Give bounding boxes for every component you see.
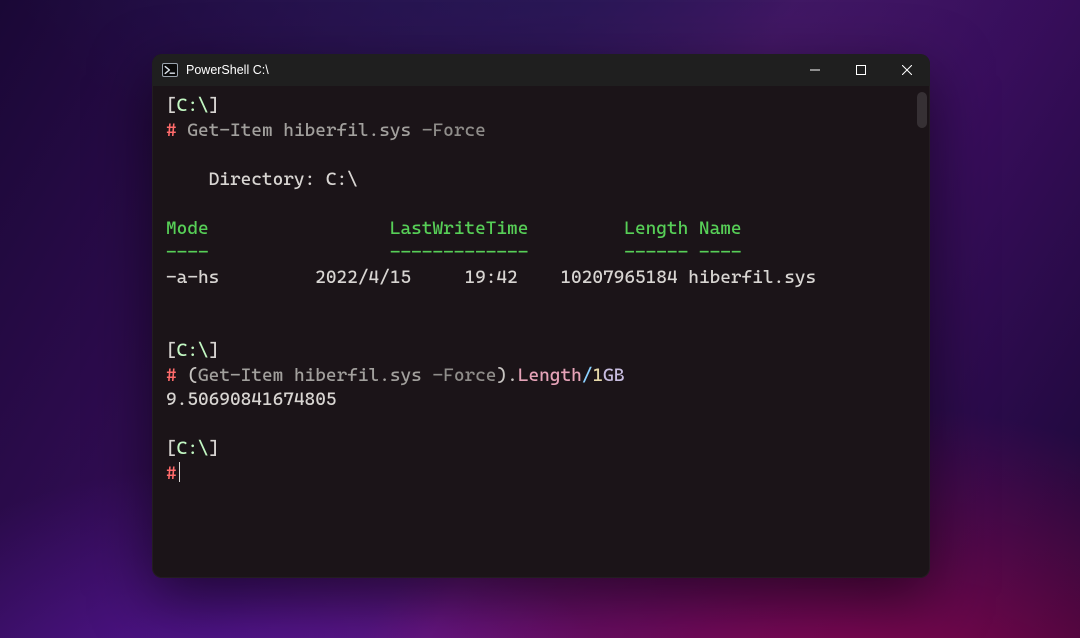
- ul-mode: ----: [166, 242, 209, 263]
- terminal-viewport[interactable]: [C:\] # Get-Item hiberfil.sys -Force Dir…: [152, 86, 930, 578]
- scrollbar-thumb[interactable]: [917, 92, 927, 128]
- directory-header: Directory: C:\: [166, 169, 358, 190]
- window-titlebar[interactable]: PowerShell C:\: [152, 54, 930, 86]
- bracket-open: [: [166, 95, 177, 116]
- prompt-line: [C:\]: [166, 340, 219, 361]
- window-title: PowerShell C:\: [186, 63, 269, 77]
- col-lastwritetime: LastWriteTime: [390, 218, 529, 239]
- prompt-cwd: C:\: [177, 340, 209, 361]
- property-name: Length: [518, 365, 582, 386]
- terminal-window: PowerShell C:\ [C:\] # Get-Item hiberfil…: [152, 54, 930, 578]
- cmdlet-name: Get-Item: [187, 120, 272, 141]
- prompt-cwd: C:\: [177, 95, 209, 116]
- cell-mode: -a-hs: [166, 267, 219, 288]
- prompt-line: [C:\]: [166, 95, 219, 116]
- cmdlet-flag: -Force: [422, 120, 486, 141]
- paren-close: ): [496, 365, 507, 386]
- ul-lastwritetime: -------------: [390, 242, 529, 263]
- ul-length: ------: [624, 242, 688, 263]
- ul-name: ----: [699, 242, 742, 263]
- cmdlet-arg: hiberfil.sys: [283, 120, 411, 141]
- bracket-close: ]: [209, 340, 220, 361]
- literal-number: 1: [592, 365, 603, 386]
- col-name: Name: [699, 218, 742, 239]
- window-controls: [792, 54, 930, 86]
- command-line: # (Get-Item hiberfil.sys -Force).Length/…: [166, 365, 624, 386]
- prompt-symbol: #: [166, 463, 177, 484]
- command-line-active[interactable]: #: [166, 463, 180, 484]
- dot: .: [507, 365, 518, 386]
- close-button[interactable]: [884, 54, 930, 86]
- cell-time: 19:42: [464, 267, 517, 288]
- bracket-close: ]: [209, 95, 220, 116]
- col-mode: Mode: [166, 218, 209, 239]
- bracket-close: ]: [209, 438, 220, 459]
- table-row: -a-hs 2022/4/15 19:42 10207965184 hiberf…: [166, 267, 816, 288]
- operator-divide: /: [582, 365, 593, 386]
- paren-open: (: [187, 365, 198, 386]
- table-header-row: Mode LastWriteTime Length Name: [166, 218, 742, 239]
- cmdlet-name: Get-Item: [198, 365, 283, 386]
- directory-value: C:\: [326, 169, 358, 190]
- bracket-open: [: [166, 438, 177, 459]
- powershell-icon: [162, 62, 178, 78]
- literal-unit: GB: [603, 365, 624, 386]
- table-underline-row: ---- ------------- ------ ----: [166, 242, 742, 263]
- output-value: 9.50690841674805: [166, 389, 337, 410]
- text-cursor: [179, 462, 180, 482]
- minimize-button[interactable]: [792, 54, 838, 86]
- command-line: # Get-Item hiberfil.sys -Force: [166, 120, 486, 141]
- prompt-cwd: C:\: [177, 438, 209, 459]
- cell-name: hiberfil.sys: [688, 267, 816, 288]
- prompt-symbol: #: [166, 120, 177, 141]
- directory-label: Directory:: [209, 169, 316, 190]
- cell-length: 10207965184: [560, 267, 677, 288]
- cmdlet-flag: -Force: [433, 365, 497, 386]
- prompt-symbol: #: [166, 365, 177, 386]
- cmdlet-arg: hiberfil.sys: [294, 365, 422, 386]
- maximize-button[interactable]: [838, 54, 884, 86]
- cell-date: 2022/4/15: [315, 267, 411, 288]
- bracket-open: [: [166, 340, 177, 361]
- col-length: Length: [624, 218, 688, 239]
- prompt-line: [C:\]: [166, 438, 219, 459]
